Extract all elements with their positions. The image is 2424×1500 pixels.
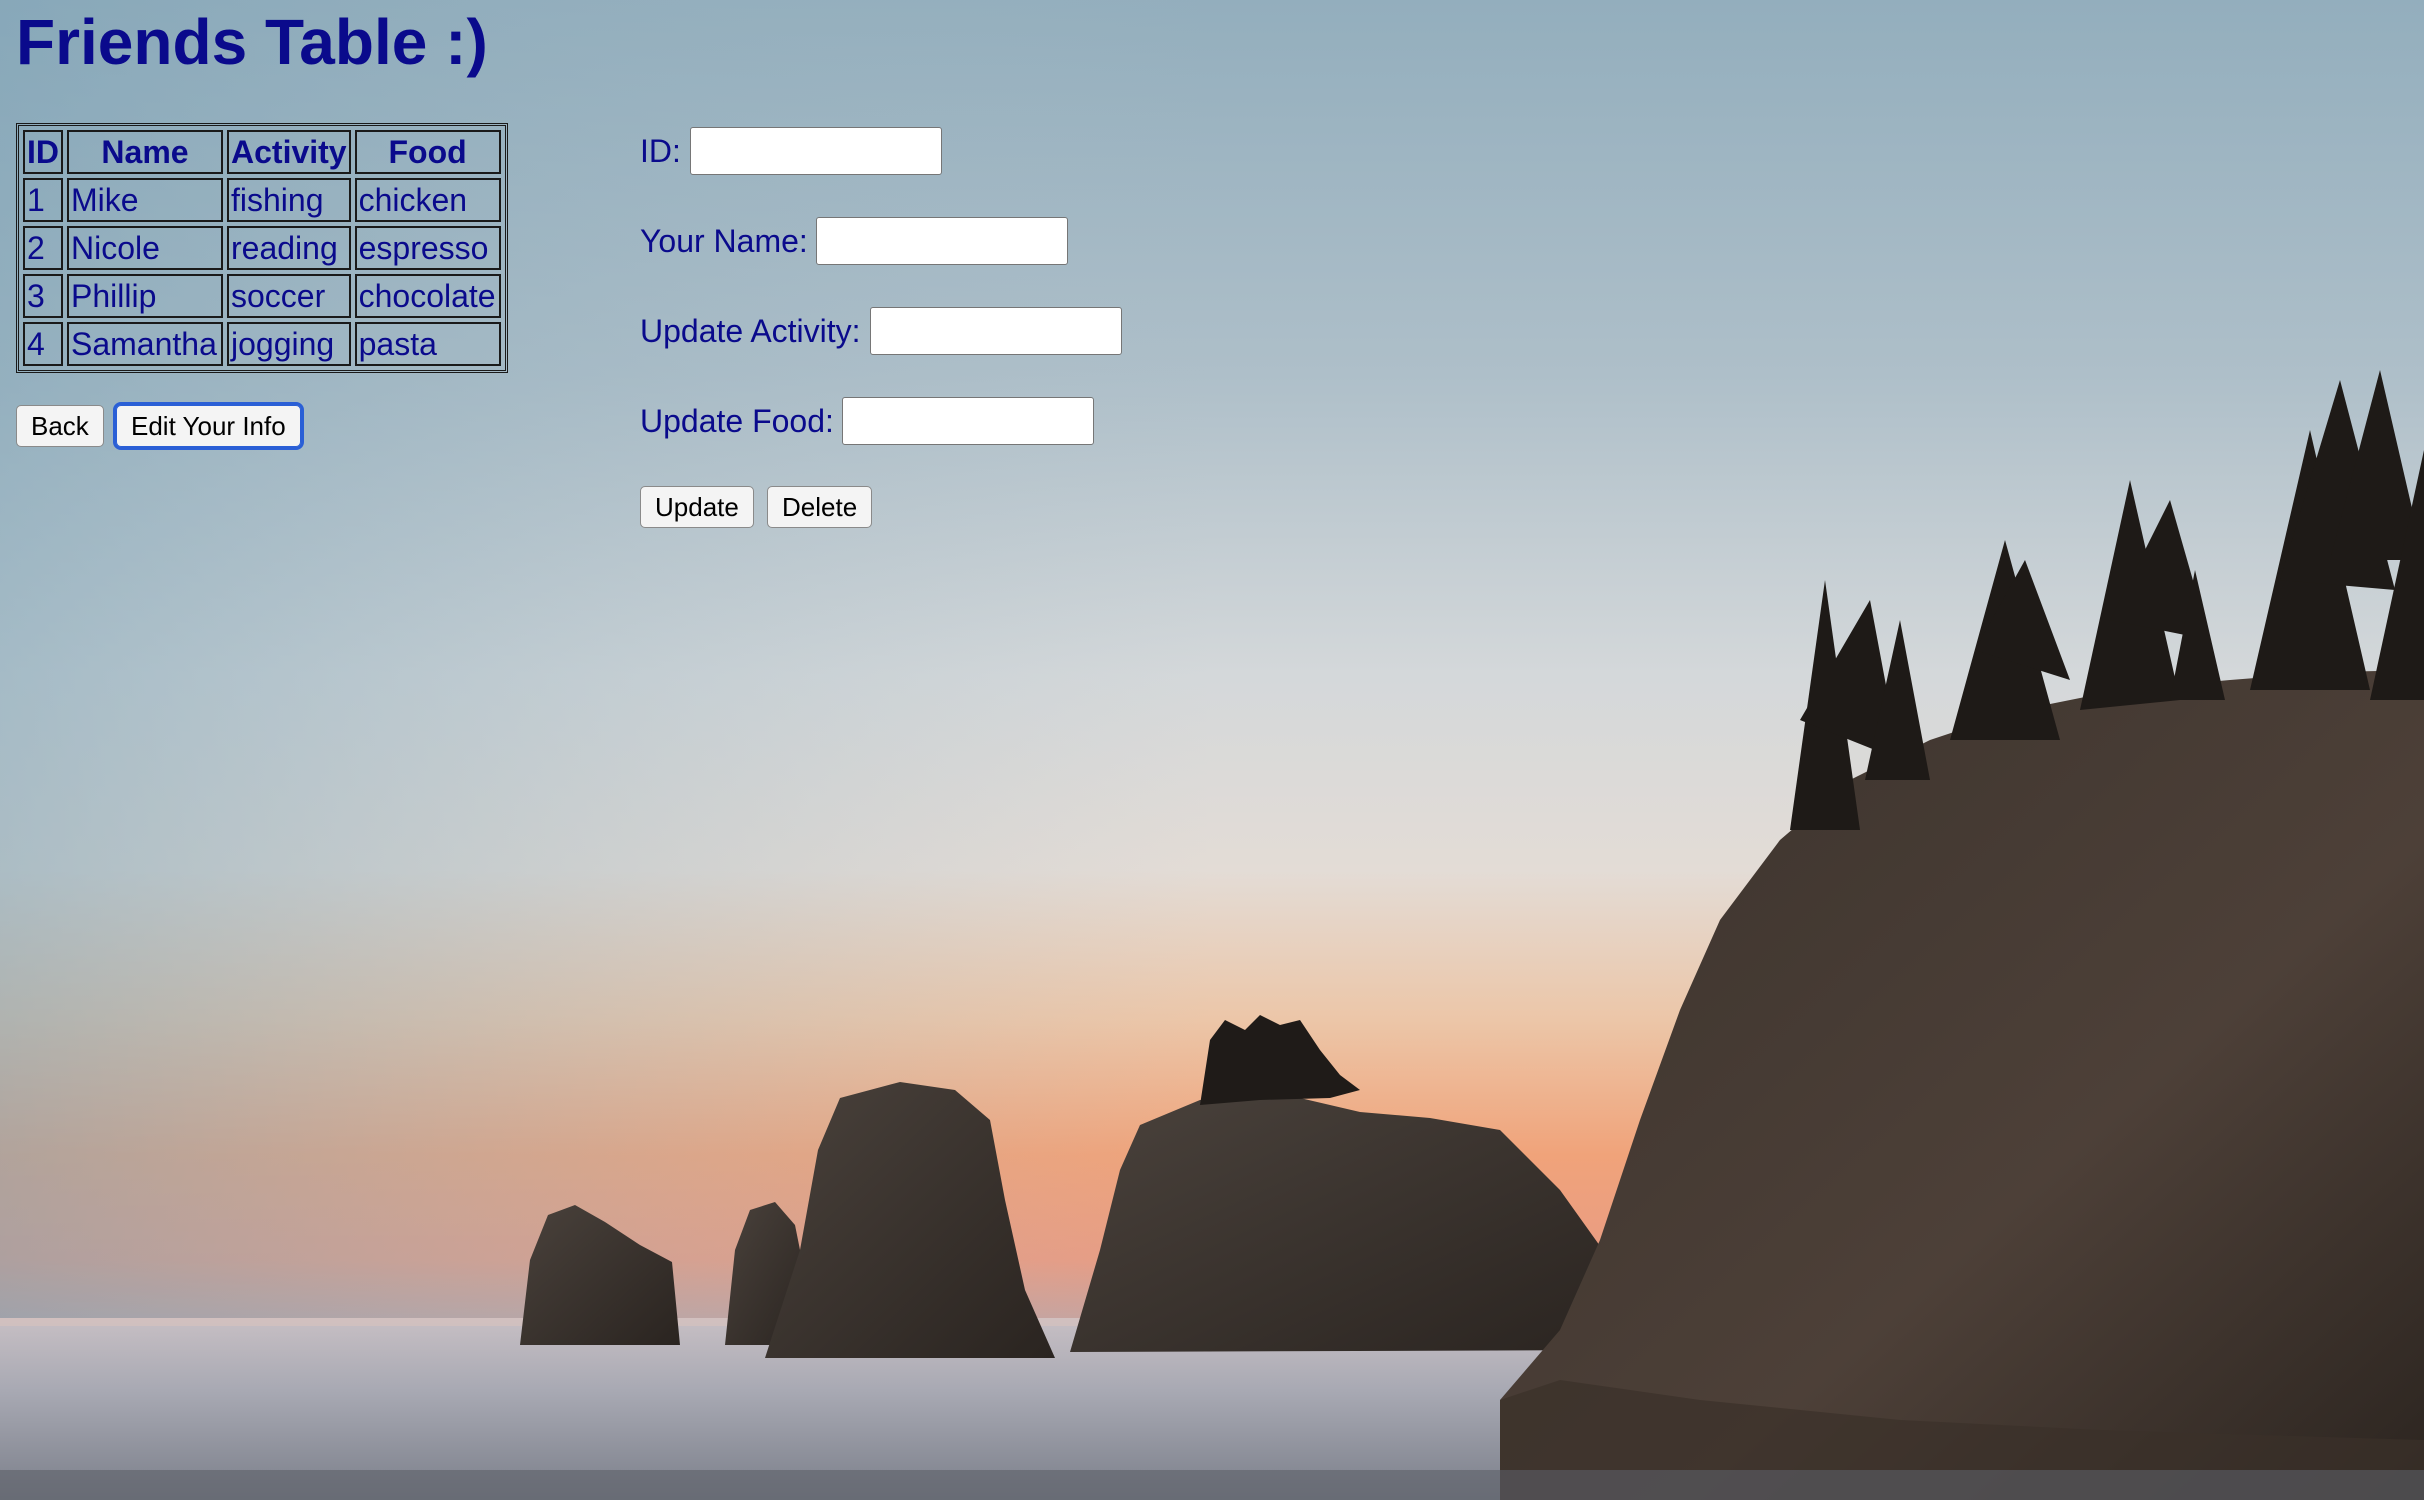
header-id: ID — [23, 130, 63, 174]
table-header-row: ID Name Activity Food — [23, 130, 501, 174]
friends-table: ID Name Activity Food 1 Mike fishing chi… — [16, 123, 508, 373]
cell-id: 3 — [23, 274, 63, 318]
cell-name: Mike — [67, 178, 223, 222]
cell-activity: fishing — [227, 178, 351, 222]
header-activity: Activity — [227, 130, 351, 174]
cell-name: Nicole — [67, 226, 223, 270]
page-content: Friends Table :) ID Name Activity Food 1… — [0, 0, 2424, 1500]
cell-food: espresso — [354, 226, 501, 270]
back-button[interactable]: Back — [16, 405, 104, 447]
cell-activity: reading — [227, 226, 351, 270]
header-food: Food — [354, 130, 501, 174]
cell-activity: jogging — [227, 322, 351, 366]
cell-name: Samantha — [67, 322, 223, 366]
delete-button[interactable]: Delete — [767, 486, 873, 528]
table-row: 4 Samantha jogging pasta — [23, 322, 501, 366]
update-button[interactable]: Update — [640, 486, 754, 528]
update-activity-input[interactable] — [870, 307, 1122, 355]
cell-food: chicken — [354, 178, 501, 222]
cell-id: 4 — [23, 322, 63, 366]
cell-food: pasta — [354, 322, 501, 366]
update-food-label: Update Food: — [640, 403, 834, 439]
cell-id: 1 — [23, 178, 63, 222]
cell-food: chocolate — [354, 274, 501, 318]
update-activity-label: Update Activity: — [640, 313, 861, 349]
your-name-label: Your Name: — [640, 223, 808, 259]
id-label: ID: — [640, 133, 681, 169]
update-food-input[interactable] — [842, 397, 1094, 445]
header-name: Name — [67, 130, 223, 174]
table-row: 1 Mike fishing chicken — [23, 178, 501, 222]
your-name-input[interactable] — [816, 217, 1068, 265]
cell-id: 2 — [23, 226, 63, 270]
table-row: 3 Phillip soccer chocolate — [23, 274, 501, 318]
cell-activity: soccer — [227, 274, 351, 318]
page-title: Friends Table :) — [16, 6, 488, 78]
edit-your-info-button[interactable]: Edit Your Info — [113, 402, 304, 450]
table-row: 2 Nicole reading espresso — [23, 226, 501, 270]
id-input[interactable] — [690, 127, 942, 175]
cell-name: Phillip — [67, 274, 223, 318]
